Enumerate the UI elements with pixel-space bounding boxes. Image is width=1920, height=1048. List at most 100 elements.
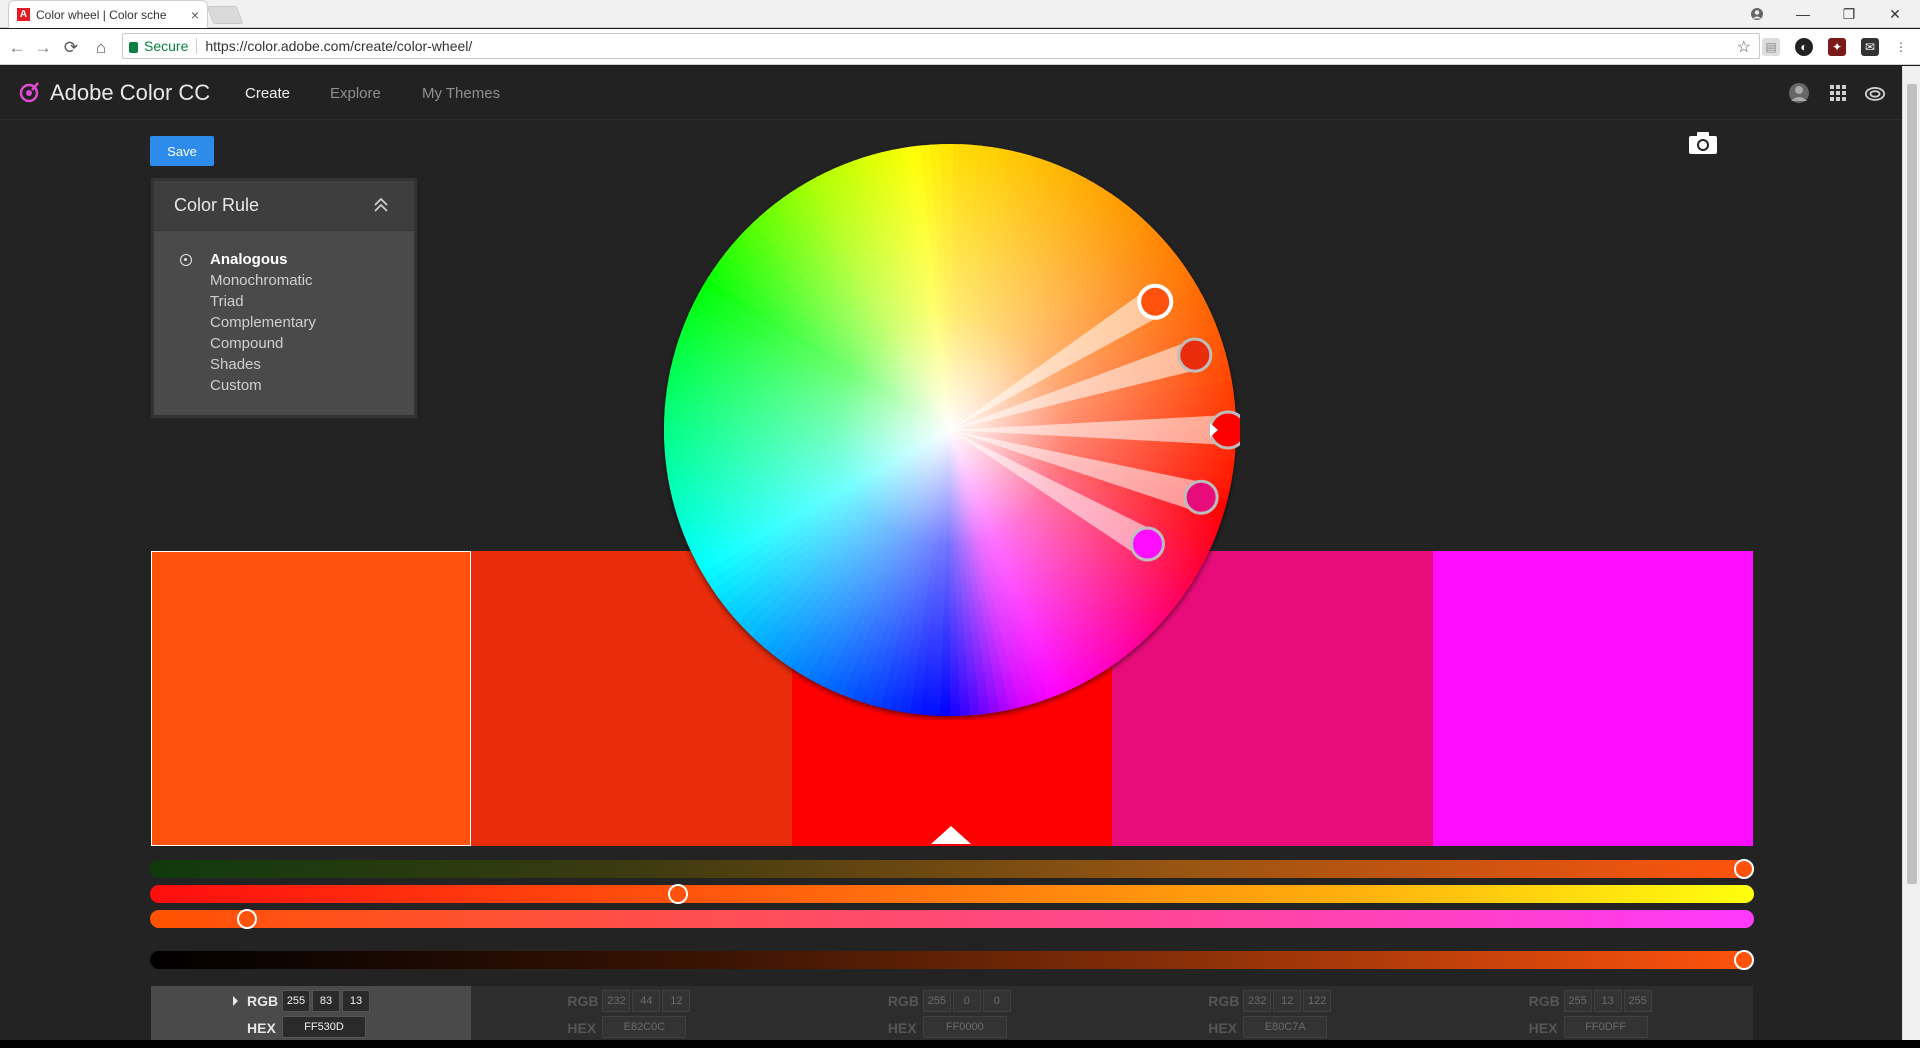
rule-label: Shades	[210, 356, 261, 373]
camera-icon[interactable]	[1688, 131, 1718, 155]
slider-knob-brightness[interactable]	[1734, 950, 1754, 970]
slider-red[interactable]	[150, 859, 1754, 879]
hex-field[interactable]: FF0DFF	[1563, 1016, 1648, 1038]
rule-label: Monochromatic	[210, 272, 313, 289]
values-5: RGB 255 13 255 HEX FF0DFF	[1432, 986, 1754, 1040]
rule-label: Compound	[210, 335, 284, 352]
rgb-r-field[interactable]: 232	[1243, 990, 1272, 1012]
apps-grid-icon[interactable]	[1827, 82, 1849, 104]
color-handle[interactable]	[1137, 283, 1174, 320]
slider-green[interactable]	[150, 884, 1754, 904]
reload-icon[interactable]: ⟳	[60, 37, 82, 59]
color-handle[interactable]	[1129, 526, 1165, 562]
rgb-b-field[interactable]: 12	[662, 990, 691, 1012]
expand-caret-icon[interactable]	[233, 996, 238, 1006]
color-wheel[interactable]	[660, 140, 1240, 720]
home-icon[interactable]: ⌂	[90, 37, 112, 59]
rule-label: Triad	[210, 293, 244, 310]
extension-shield-icon[interactable]: ✦	[1828, 38, 1846, 56]
address-toolbar: ← → ⟳ ⌂ Secure https://color.adobe.com/c…	[0, 29, 1920, 65]
slider-brightness[interactable]	[150, 950, 1754, 970]
menu-icon[interactable]: ⋮	[1892, 38, 1910, 56]
rgb-b-field[interactable]: 0	[982, 990, 1011, 1012]
extension-pdf-icon[interactable]: ▤	[1762, 38, 1780, 56]
slider-knob-red[interactable]	[1734, 859, 1754, 879]
swatch-1[interactable]	[151, 551, 472, 846]
rule-label: Analogous	[210, 251, 288, 268]
rule-label: Custom	[210, 377, 262, 394]
slider-knob-blue[interactable]	[237, 909, 258, 929]
minimize-button[interactable]: —	[1780, 0, 1826, 28]
browser-tab-bar: A Color wheel | Color sche × — ❐ ✕	[0, 0, 1920, 28]
creative-cloud-icon[interactable]	[1864, 82, 1886, 104]
url-text: https://color.adobe.com/create/color-whe…	[205, 38, 473, 54]
rgb-g-field[interactable]: 0	[952, 990, 981, 1012]
rgb-b-field[interactable]: 13	[342, 990, 370, 1012]
rgb-label: RGB	[247, 993, 279, 1009]
swatch-5[interactable]	[1432, 551, 1754, 846]
profile-icon[interactable]	[1734, 0, 1780, 28]
tab-title: Color wheel | Color sche	[36, 7, 167, 22]
rgb-g-field[interactable]: 44	[632, 990, 661, 1012]
tab-close-icon[interactable]: ×	[191, 7, 199, 23]
rule-label: Complementary	[210, 314, 316, 331]
nav-my-themes[interactable]: My Themes	[422, 85, 500, 102]
forward-icon[interactable]: →	[32, 37, 54, 59]
color-handle[interactable]	[1177, 337, 1213, 373]
rgb-r-field[interactable]: 255	[282, 990, 310, 1012]
rgb-g-field[interactable]: 83	[312, 990, 340, 1012]
rgb-label: RGB	[567, 993, 599, 1009]
save-button[interactable]: Save	[150, 136, 214, 166]
hex-field[interactable]: FF530D	[282, 1016, 366, 1038]
color-handle[interactable]	[1183, 479, 1219, 515]
radio-selected-icon	[180, 254, 192, 266]
slider-blue[interactable]	[150, 909, 1754, 929]
slider-knob-green[interactable]	[667, 884, 688, 904]
extension-darkmode-icon[interactable]: ◐	[1795, 38, 1813, 56]
hex-field[interactable]: E82C0C	[602, 1016, 687, 1038]
rule-analogous[interactable]: Analogous	[154, 249, 414, 270]
rgb-label: RGB	[887, 993, 919, 1009]
browser-tab[interactable]: A Color wheel | Color sche ×	[8, 0, 208, 28]
address-bar[interactable]: Secure https://color.adobe.com/create/co…	[122, 33, 1760, 59]
rule-shades[interactable]: Shades	[154, 354, 414, 375]
color-rule-header[interactable]: Color Rule	[154, 181, 414, 231]
rule-compound[interactable]: Compound	[154, 333, 414, 354]
values-2: RGB 232 44 12 HEX E82C0C	[471, 986, 792, 1040]
rule-complementary[interactable]: Complementary	[154, 312, 414, 333]
nav-create[interactable]: Create	[245, 85, 290, 102]
rule-triad[interactable]: Triad	[154, 291, 414, 312]
divider	[196, 38, 198, 54]
brand-title[interactable]: Adobe Color CC	[50, 80, 210, 106]
hex-label: HEX	[1528, 1020, 1558, 1036]
extension-mail-icon[interactable]: ✉	[1861, 38, 1879, 56]
nav-explore[interactable]: Explore	[330, 85, 381, 102]
rgb-b-field[interactable]: 255	[1623, 990, 1652, 1012]
rule-monochromatic[interactable]: Monochromatic	[154, 270, 414, 291]
rgb-r-field[interactable]: 255	[922, 990, 951, 1012]
hex-label: HEX	[887, 1020, 917, 1036]
taskbar-strip	[0, 1040, 1920, 1048]
new-tab-button[interactable]	[206, 6, 244, 24]
scrollbar-thumb[interactable]	[1907, 84, 1917, 884]
bookmark-star-icon[interactable]: ☆	[1737, 37, 1751, 57]
rgb-g-field[interactable]: 13	[1593, 990, 1622, 1012]
page-scrollbar[interactable]	[1902, 66, 1920, 1048]
lock-icon	[129, 41, 138, 53]
rgb-r-field[interactable]: 255	[1563, 990, 1592, 1012]
color-rule-panel: Color Rule Analogous Monochromatic Triad…	[151, 178, 417, 418]
hex-field[interactable]: FF0000	[922, 1016, 1007, 1038]
back-icon[interactable]: ←	[6, 37, 28, 59]
rule-custom[interactable]: Custom	[154, 375, 414, 396]
rgb-r-field[interactable]: 232	[602, 990, 631, 1012]
hex-field[interactable]: E80C7A	[1243, 1016, 1328, 1038]
rgb-g-field[interactable]: 12	[1273, 990, 1302, 1012]
avatar[interactable]	[1788, 82, 1810, 104]
hex-label: HEX	[247, 1020, 276, 1036]
collapse-chevron-icon[interactable]	[372, 195, 390, 215]
restore-button[interactable]: ❐	[1826, 0, 1872, 28]
adobe-color-logo-icon[interactable]	[18, 80, 42, 104]
close-window-button[interactable]: ✕	[1872, 0, 1918, 28]
hex-label: HEX	[567, 1020, 597, 1036]
rgb-b-field[interactable]: 122	[1303, 990, 1332, 1012]
